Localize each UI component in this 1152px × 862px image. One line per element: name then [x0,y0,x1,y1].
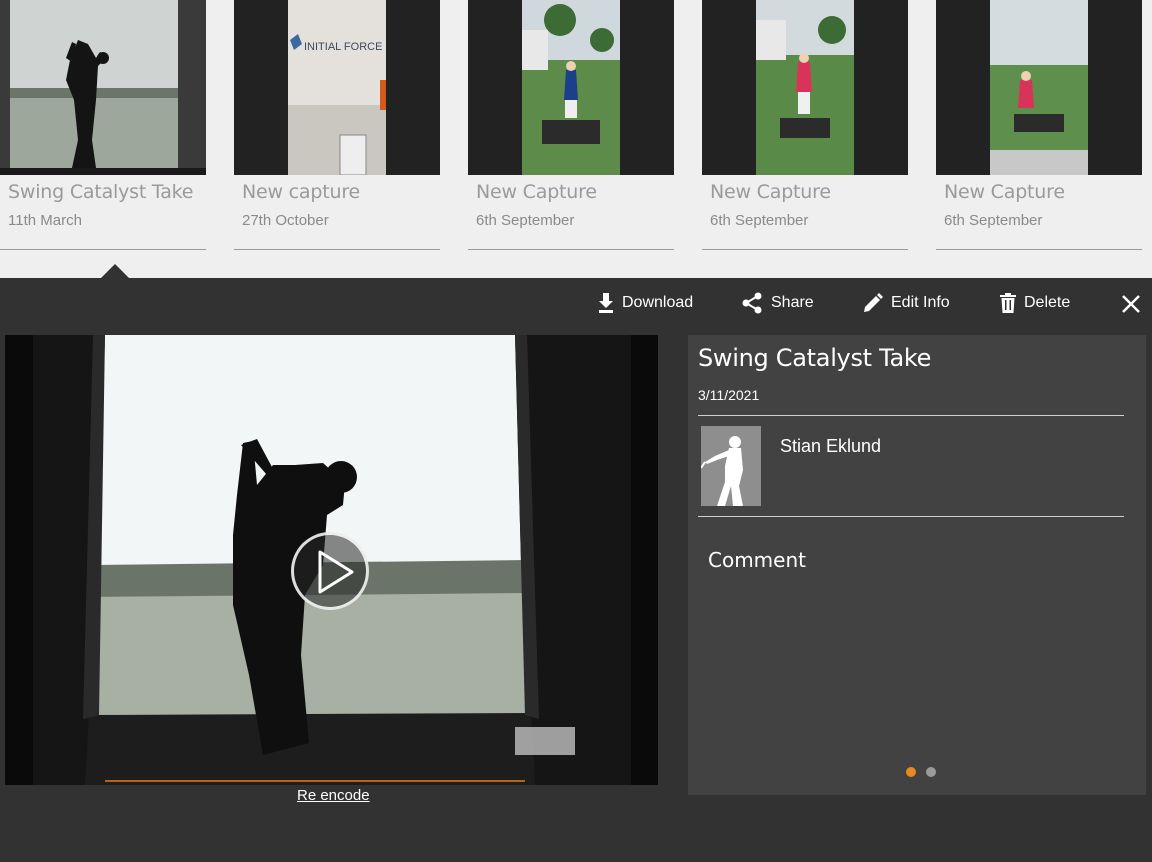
thumbnail-office-capture: INITIAL FORCE [234,0,440,175]
download-icon [599,293,613,313]
card-date: 6th September [944,212,1043,229]
pager-dot-1[interactable] [906,767,916,777]
play-icon [318,550,354,594]
share-icon [742,292,762,314]
player-avatar[interactable] [701,426,761,506]
info-divider [698,415,1124,416]
card-divider [702,249,908,250]
trash-icon [1000,293,1016,313]
detail-toolbar: Download Share Edit Info Delete [0,278,1152,328]
card-date: 6th September [476,212,575,229]
download-button[interactable]: Download [598,290,693,316]
info-divider [698,516,1124,517]
golfer-silhouette-icon [701,426,761,506]
card-title: Swing Catalyst Take [8,181,194,203]
capture-info-panel: Swing Catalyst Take 3/11/2021 Stian Eklu… [688,335,1146,795]
video-player[interactable] [5,335,658,785]
thumbnail-range-capture [936,0,1142,175]
thumbnail-range-capture [702,0,908,175]
close-icon [1122,295,1140,313]
pager-dot-2[interactable] [926,767,936,777]
share-button[interactable]: Share [741,290,814,316]
re-encode-link[interactable]: Re encode [297,787,370,804]
card-divider [234,249,440,250]
download-label: Download [622,294,694,311]
capture-title: Swing Catalyst Take [698,344,932,372]
close-button[interactable] [1119,292,1143,316]
play-button[interactable] [291,532,369,610]
card-divider [468,249,674,250]
gallery-card[interactable]: Swing Catalyst Take 11th March [0,0,206,251]
card-date: 6th September [710,212,809,229]
edit-info-button[interactable]: Edit Info [863,290,950,316]
selected-card-pointer [101,264,129,278]
gallery-card[interactable]: New Capture 6th September [936,0,1142,251]
capture-date: 3/11/2021 [698,387,760,403]
delete-label: Delete [1024,294,1071,311]
player-name[interactable]: Stian Eklund [780,436,881,457]
thumbnail-swing-catalyst [0,0,206,175]
pencil-icon [864,293,883,312]
delete-button[interactable]: Delete [1000,290,1070,316]
card-title: New Capture [476,181,597,203]
card-date: 11th March [8,212,82,229]
edit-info-label: Edit Info [891,294,950,311]
card-title: New Capture [710,181,831,203]
video-progress-bar[interactable] [105,780,525,782]
card-divider [936,249,1142,250]
card-title: New capture [242,181,361,203]
capture-detail-panel: Download Share Edit Info Delete Re encod… [0,278,1152,862]
card-title: New Capture [944,181,1065,203]
capture-gallery: Swing Catalyst Take 11th March INITIAL F… [0,0,1152,278]
gallery-card[interactable]: New Capture 6th September [468,0,674,251]
card-divider [0,249,206,250]
gallery-card[interactable]: New Capture 6th September [702,0,908,251]
gallery-card[interactable]: INITIAL FORCE New capture 27th October [234,0,440,251]
sign-text: INITIAL FORCE [304,41,382,53]
card-date: 27th October [242,212,329,229]
share-label: Share [771,294,814,311]
thumbnail-range-capture [468,0,674,175]
comment-heading: Comment [708,548,806,572]
pager-dots [906,767,936,777]
